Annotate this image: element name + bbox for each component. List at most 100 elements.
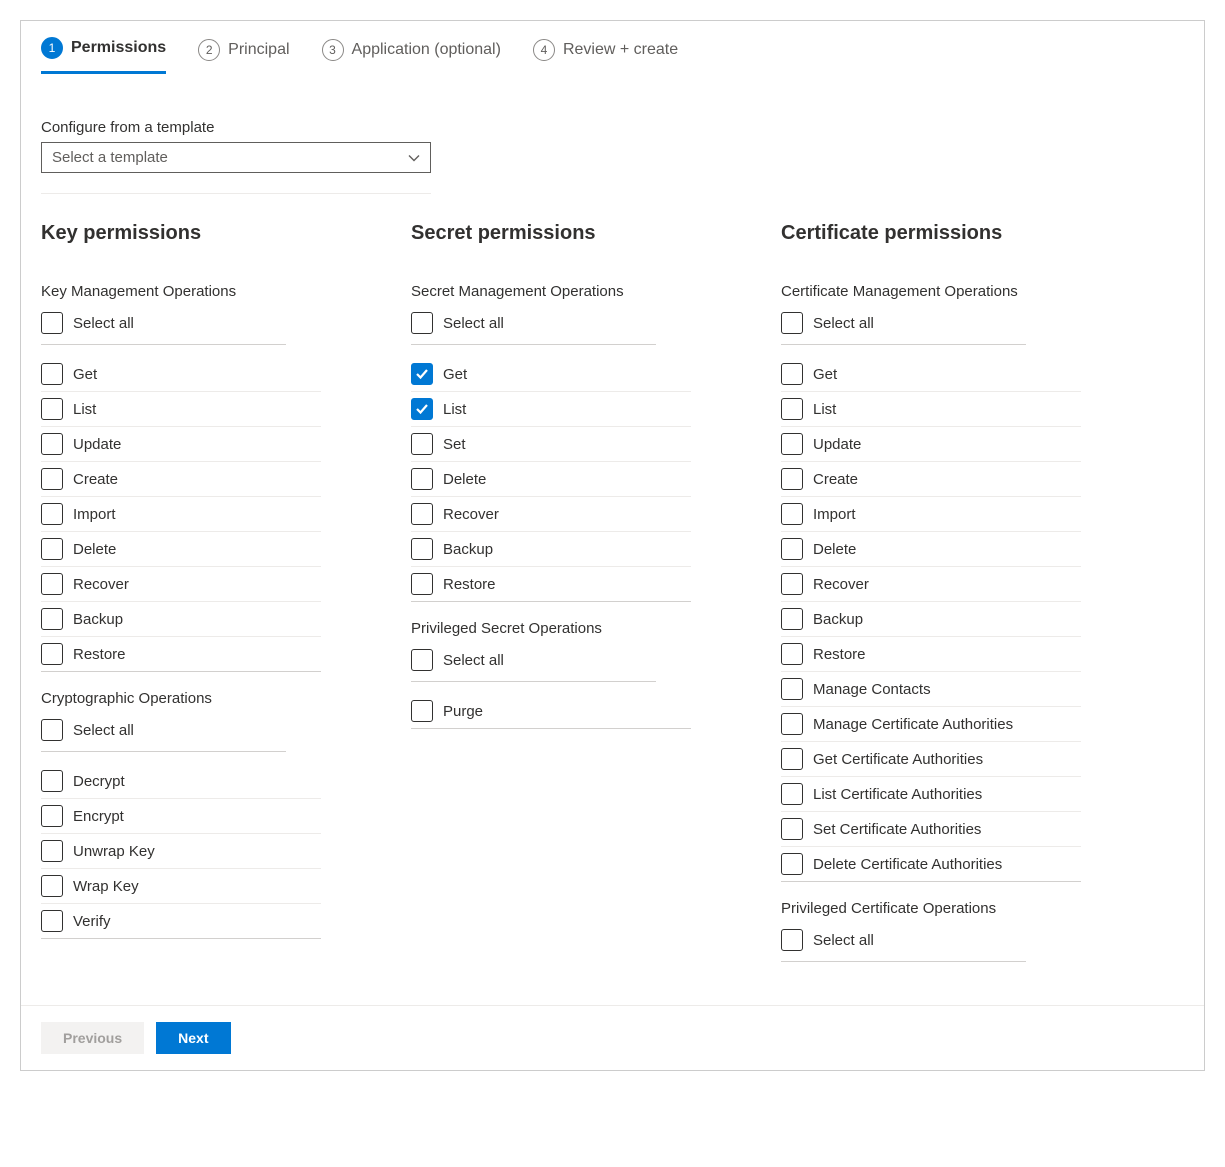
permission-label: Get	[73, 366, 97, 383]
content-area: Configure from a template Select a templ…	[21, 75, 1204, 1005]
permission-item: List	[41, 392, 321, 427]
tab-label: Permissions	[71, 39, 166, 57]
permission-item: Encrypt	[41, 799, 321, 834]
wizard-panel: 1 Permissions 2Principal 3 Application (opti…	[20, 20, 1205, 1071]
select-all-row: Select all	[411, 308, 656, 345]
template-section: Configure from a template Select a templ…	[41, 75, 431, 194]
permissions-columns: Key permissions Key Management Operations…	[41, 194, 1184, 974]
permission-label: Recover	[813, 576, 869, 593]
permission-checkbox[interactable]	[411, 503, 433, 525]
column-title: Key permissions	[41, 222, 401, 245]
select-all-label: Select all	[73, 315, 134, 332]
template-placeholder: Select a template	[52, 149, 168, 166]
permission-checkbox[interactable]	[41, 608, 63, 630]
permission-checkbox[interactable]	[781, 363, 803, 385]
permission-item: Recover	[411, 497, 691, 532]
permission-checkbox[interactable]	[411, 700, 433, 722]
permission-checkbox[interactable]	[781, 678, 803, 700]
permission-item: List	[411, 392, 691, 427]
permission-checkbox[interactable]	[781, 398, 803, 420]
permission-checkbox[interactable]	[411, 573, 433, 595]
permission-checkbox[interactable]	[41, 538, 63, 560]
permission-checkbox[interactable]	[781, 538, 803, 560]
permission-checkbox[interactable]	[411, 538, 433, 560]
permission-checkbox[interactable]	[781, 503, 803, 525]
permission-checkbox[interactable]	[781, 783, 803, 805]
permission-list: GetListSetDeleteRecoverBackupRestore	[411, 345, 691, 602]
permission-checkbox[interactable]	[781, 433, 803, 455]
tab-label: Review + create	[563, 41, 678, 59]
permission-checkbox[interactable]	[41, 910, 63, 932]
permission-checkbox[interactable]	[411, 433, 433, 455]
permission-list: Purge	[411, 682, 691, 729]
permission-checkbox[interactable]	[41, 573, 63, 595]
select-all-label: Select all	[813, 315, 874, 332]
permission-label: Create	[813, 471, 858, 488]
select-all-checkbox[interactable]	[781, 312, 803, 334]
permission-item: Wrap Key	[41, 869, 321, 904]
select-all-checkbox[interactable]	[781, 929, 803, 951]
tab-principal[interactable]: 2Principal	[198, 37, 289, 74]
tab-permissions[interactable]: 1 Permissions	[41, 37, 166, 74]
permission-label: Restore	[813, 646, 866, 663]
permission-item: Restore	[781, 637, 1081, 672]
permission-label: Unwrap Key	[73, 843, 155, 860]
permission-item: Backup	[411, 532, 691, 567]
select-all-row: Select all	[781, 925, 1026, 962]
permission-checkbox[interactable]	[41, 503, 63, 525]
select-all-checkbox[interactable]	[41, 719, 63, 741]
permission-checkbox[interactable]	[411, 468, 433, 490]
template-dropdown[interactable]: Select a template	[41, 142, 431, 173]
permission-item: Delete	[41, 532, 321, 567]
previous-button[interactable]: Previous	[41, 1022, 144, 1054]
tab-step-number: 3	[322, 39, 344, 61]
permission-checkbox[interactable]	[781, 608, 803, 630]
column-certificate-permissions: Certificate permissionsCertificate Manag…	[781, 222, 1141, 974]
permission-checkbox[interactable]	[41, 363, 63, 385]
permission-label: Update	[73, 436, 121, 453]
permission-checkbox[interactable]	[781, 713, 803, 735]
select-all-checkbox[interactable]	[411, 312, 433, 334]
permission-checkbox[interactable]	[41, 398, 63, 420]
column-secret-permissions: Secret permissionsSecret Management Oper…	[411, 222, 771, 974]
permission-label: Set	[443, 436, 466, 453]
permission-item: Get Certificate Authorities	[781, 742, 1081, 777]
permission-label: Set Certificate Authorities	[813, 821, 981, 838]
permission-checkbox[interactable]	[41, 433, 63, 455]
permission-checkbox[interactable]	[41, 875, 63, 897]
permission-checkbox[interactable]	[781, 643, 803, 665]
permission-checkbox[interactable]	[781, 748, 803, 770]
tab-application-optional-[interactable]: 3 Application (optional)	[322, 37, 501, 74]
permission-checkbox[interactable]	[41, 643, 63, 665]
select-all-row: Select all	[41, 715, 286, 752]
tab-review-create[interactable]: 4Review + create	[533, 37, 678, 74]
permission-item: Create	[781, 462, 1081, 497]
select-all-checkbox[interactable]	[41, 312, 63, 334]
select-all-label: Select all	[443, 652, 504, 669]
permission-label: Decrypt	[73, 773, 125, 790]
permission-checkbox[interactable]	[41, 840, 63, 862]
permission-checkbox[interactable]	[781, 818, 803, 840]
tab-label: Application (optional)	[352, 41, 501, 59]
permission-checkbox[interactable]	[781, 573, 803, 595]
permission-label: Encrypt	[73, 808, 124, 825]
permission-checkbox[interactable]	[781, 853, 803, 875]
permission-item: Backup	[781, 602, 1081, 637]
permission-checkbox[interactable]	[41, 805, 63, 827]
permission-checkbox[interactable]	[781, 468, 803, 490]
chevron-down-icon	[408, 152, 420, 164]
select-all-checkbox[interactable]	[411, 649, 433, 671]
permission-checkbox[interactable]	[41, 468, 63, 490]
tab-step-number: 1	[41, 37, 63, 59]
tab-step-number: 2	[198, 39, 220, 61]
permission-checkbox[interactable]	[411, 363, 433, 385]
next-button[interactable]: Next	[156, 1022, 230, 1054]
permission-label: Purge	[443, 703, 483, 720]
permission-checkbox[interactable]	[41, 770, 63, 792]
permission-label: List	[443, 401, 466, 418]
group-title: Cryptographic Operations	[41, 690, 401, 707]
permission-checkbox[interactable]	[411, 398, 433, 420]
group-title: Key Management Operations	[41, 283, 401, 300]
permission-label: Delete	[73, 541, 116, 558]
group-title: Certificate Management Operations	[781, 283, 1141, 300]
